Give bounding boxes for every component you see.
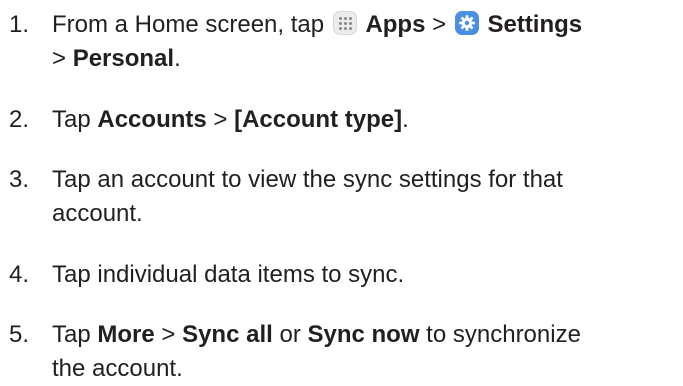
- step-text-segment: Tap: [52, 106, 98, 133]
- step-text: From a Home screen, tap Apps > Settings …: [52, 8, 675, 76]
- account-type-label: [Account type]: [234, 106, 403, 133]
- more-label: More: [97, 321, 155, 348]
- instruction-steps: 1. From a Home screen, tap Apps > Settin…: [0, 0, 683, 382]
- step-line: Tap an account to view the sync settings…: [52, 166, 563, 193]
- step-line: account.: [52, 200, 143, 227]
- step-number: 1.: [9, 11, 30, 38]
- step-text-segment: to synchronize: [419, 321, 581, 348]
- separator: >: [52, 45, 73, 72]
- step-text: Tap an account to view the sync settings…: [52, 163, 675, 231]
- step-line: the account.: [52, 355, 183, 382]
- step-line: From a Home screen, tap Apps > Settings: [52, 8, 675, 42]
- separator: >: [425, 11, 453, 38]
- personal-label: Personal: [72, 45, 175, 72]
- step-number: 3.: [9, 166, 30, 193]
- step-number: 4.: [9, 261, 30, 288]
- step-line: Tap More > Sync all or Sync now to synch…: [52, 318, 675, 352]
- step-line: Tap individual data items to sync.: [52, 261, 405, 288]
- step-text: Tap More > Sync all or Sync now to synch…: [52, 318, 675, 386]
- apps-grid-icon: [332, 11, 357, 35]
- separator: >: [206, 106, 235, 133]
- step-number: 2.: [9, 106, 30, 133]
- step-number: 5.: [9, 321, 30, 348]
- sync-now-label: Sync now: [307, 321, 420, 348]
- step-text: Tap Accounts > [Account type].: [52, 103, 675, 137]
- step-text-segment: Tap: [52, 321, 98, 348]
- step-text-segment: .: [402, 106, 409, 133]
- step-text-segment: or: [272, 321, 308, 348]
- settings-gear-icon: [454, 11, 479, 35]
- step-text-segment: .: [174, 45, 181, 72]
- settings-label: Settings: [487, 11, 583, 38]
- step-text: Tap individual data items to sync.: [52, 258, 675, 292]
- separator: >: [154, 321, 183, 348]
- step-line: > Personal.: [52, 42, 675, 76]
- step-text-segment: From a Home screen, tap: [52, 11, 331, 38]
- sync-all-label: Sync all: [182, 321, 273, 348]
- apps-label: Apps: [365, 11, 426, 38]
- accounts-label: Accounts: [97, 106, 207, 133]
